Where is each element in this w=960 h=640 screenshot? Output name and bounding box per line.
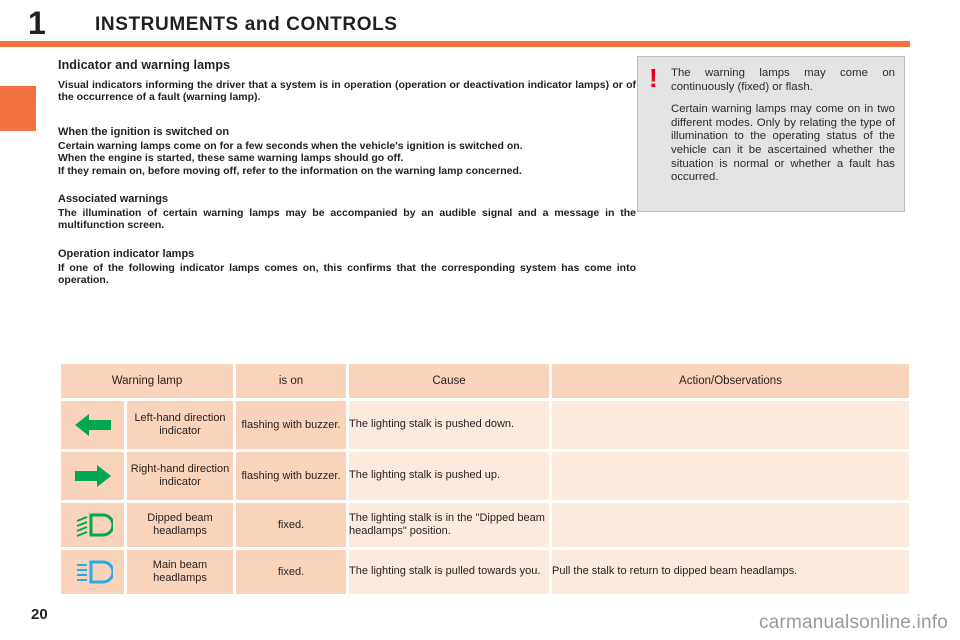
exclamation-icon: !: [649, 63, 658, 93]
lamp-cause: The lighting stalk is pulled towards you…: [349, 550, 549, 594]
lamp-name: Left-hand direction indicator: [127, 401, 233, 449]
dipped-beam-headlamp-icon: [61, 503, 124, 547]
table-header-row: Warning lamp is on Cause Action/Observat…: [61, 364, 909, 398]
ignition-line-2: When the engine is started, these same w…: [58, 152, 404, 165]
subheading-operation-indicator-lamps: Operation indicator lamps: [58, 247, 195, 260]
subheading-associated-warnings: Associated warnings: [58, 193, 169, 206]
lamp-name: Dipped beam headlamps: [127, 503, 233, 547]
lamp-is-on: fixed.: [236, 550, 346, 594]
lamp-action: [552, 401, 909, 449]
section-title: Indicator and warning lamps: [58, 58, 231, 72]
col-header-action: Action/Observations: [552, 364, 909, 398]
operation-indicator-text: If one of the following indicator lamps …: [58, 261, 636, 287]
lamp-name: Right-hand direction indicator: [127, 452, 233, 500]
right-arrow-icon: [61, 452, 124, 500]
page-header: 1 INSTRUMENTS and CONTROLS: [0, 0, 960, 47]
warning-lamp-table: Warning lamp is on Cause Action/Observat…: [58, 361, 912, 597]
lamp-is-on: fixed.: [236, 503, 346, 547]
ignition-line-1: Certain warning lamps come on for a few …: [58, 139, 523, 152]
lamp-cause: The lighting stalk is in the "Dipped bea…: [349, 503, 549, 547]
chapter-side-tab: [0, 86, 36, 131]
page-number: 20: [31, 606, 48, 623]
table-row: Left-hand direction indicator flashing w…: [61, 401, 909, 449]
ignition-line-3: If they remain on, before moving off, re…: [58, 164, 522, 177]
lamp-is-on: flashing with buzzer.: [236, 401, 346, 449]
col-header-cause: Cause: [349, 364, 549, 398]
chapter-title: INSTRUMENTS and CONTROLS: [95, 14, 398, 35]
main-beam-headlamp-icon: [61, 550, 124, 594]
lamp-name: Main beam headlamps: [127, 550, 233, 594]
lamp-action: [552, 503, 909, 547]
col-header-warning-lamp: Warning lamp: [61, 364, 233, 398]
left-arrow-icon: [61, 401, 124, 449]
lamp-is-on: flashing with buzzer.: [236, 452, 346, 500]
lamp-action: [552, 452, 909, 500]
site-watermark: carmanualsonline.info: [758, 612, 948, 633]
warning-callout: ! The warning lamps may come on continuo…: [637, 56, 905, 212]
lamp-cause: The lighting stalk is pushed up.: [349, 452, 549, 500]
associated-warnings-text: The illumination of certain warning lamp…: [58, 207, 636, 232]
callout-body: The warning lamps may come on continuous…: [671, 67, 895, 185]
callout-paragraph-2: Certain warning lamps may come on in two…: [671, 103, 895, 184]
table-row: Dipped beam headlamps fixed. The lightin…: [61, 503, 909, 547]
chapter-number: 1: [28, 5, 46, 41]
intro-paragraph: Visual indicators informing the driver t…: [58, 79, 636, 104]
table-row: Main beam headlamps fixed. The lighting …: [61, 550, 909, 594]
table-row: Right-hand direction indicator flashing …: [61, 452, 909, 500]
subheading-ignition: When the ignition is switched on: [58, 125, 230, 138]
lamp-cause: The lighting stalk is pushed down.: [349, 401, 549, 449]
main-text-column: Indicator and warning lamps Visual indic…: [58, 58, 636, 287]
callout-paragraph-1: The warning lamps may come on continuous…: [671, 67, 895, 93]
lamp-action: Pull the stalk to return to dipped beam …: [552, 550, 909, 594]
manual-page: 1 INSTRUMENTS and CONTROLS Indicator and…: [0, 0, 960, 640]
col-header-is-on: is on: [236, 364, 346, 398]
header-rule: [0, 41, 910, 47]
